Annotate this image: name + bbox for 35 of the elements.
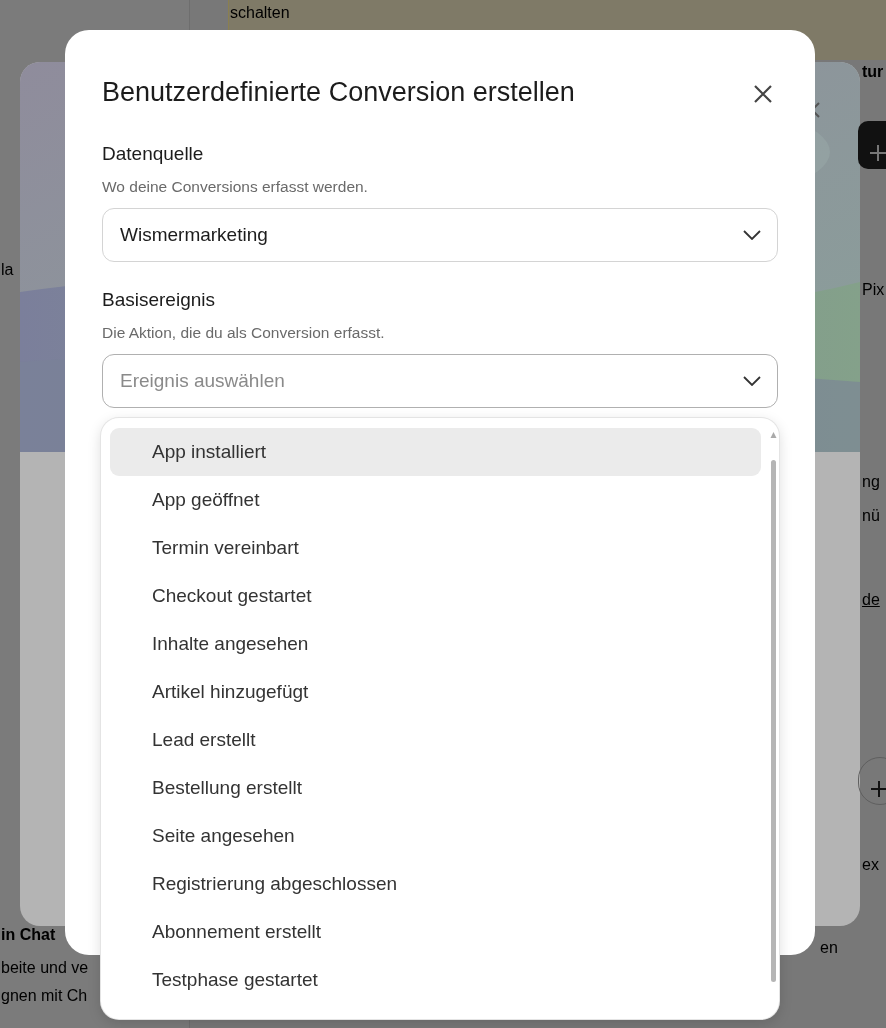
dropdown-option[interactable]: Artikel hinzugefügt — [110, 668, 761, 716]
dropdown-option[interactable]: Checkout gestartet — [110, 572, 761, 620]
dropdown-option[interactable]: Registrierung abgeschlossen — [110, 860, 761, 908]
dropdown-option[interactable]: Testphase gestartet — [110, 956, 761, 1004]
field-hint: Die Aktion, die du als Conversion erfasst. — [102, 322, 386, 343]
background-text: gnen mit Ch — [1, 986, 88, 1006]
plus-icon — [870, 145, 886, 161]
dropdown-option[interactable]: Lead erstellt — [110, 716, 761, 764]
dialog-title: Benutzerdefinierte Conversion erstellen — [102, 76, 575, 109]
background-text: ng — [862, 472, 880, 492]
background-text: tur — [862, 62, 884, 82]
link[interactable]: de — [862, 590, 880, 610]
close-icon — [752, 82, 774, 105]
background-text: la — [1, 260, 14, 280]
background-text: in Chat — [1, 925, 56, 945]
field-label: Basisereignis — [102, 288, 216, 313]
background-text: beite und ve — [1, 958, 89, 978]
dropdown-option[interactable]: Seite angesehen — [110, 812, 761, 860]
background-text: en — [820, 938, 838, 958]
background-text: nü — [862, 506, 880, 526]
dropdown-option[interactable]: Inhalte angesehen — [110, 620, 761, 668]
chevron-icon — [743, 230, 761, 241]
background-text: schalten — [230, 3, 290, 23]
select-field[interactable]: Wismermarketing — [102, 208, 778, 263]
background-text: ex — [862, 855, 879, 875]
chevron-icon — [743, 375, 761, 386]
plus-icon — [871, 781, 886, 797]
dropdown-option[interactable]: App geöffnet — [110, 476, 761, 524]
dropdown-option[interactable]: App installiert — [110, 428, 761, 476]
field-hint: Wo deine Conversions erfasst werden. — [102, 176, 369, 197]
dropdown-option[interactable]: Abonnement erstellt — [110, 908, 761, 956]
background-text: Pix — [862, 280, 885, 300]
dropdown-option[interactable]: Bestellung erstellt — [110, 764, 761, 812]
dropdown-option[interactable]: Termin vereinbart — [110, 524, 761, 572]
field-label: Datenquelle — [102, 142, 205, 167]
